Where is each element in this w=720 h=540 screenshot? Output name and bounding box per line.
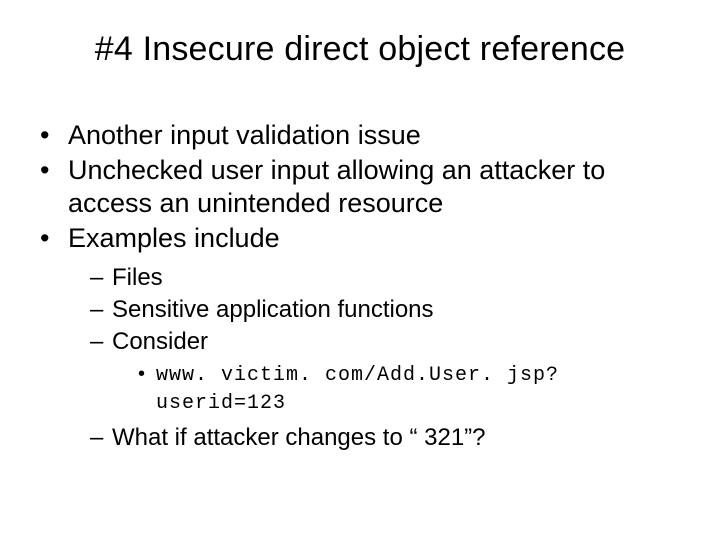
bullet-text: Unchecked user input allowing an attacke… <box>68 155 605 218</box>
slide: #4 Insecure direct object reference Anot… <box>0 0 720 540</box>
bullet-item: Examples include Files Sensitive applica… <box>40 222 690 453</box>
sub-bullet-list: Files Sensitive application functions Co… <box>68 263 690 453</box>
sub-sub-bullet-list: www. victim. com/Add.User. jsp? userid=1… <box>112 361 690 417</box>
code-bullet-item: www. victim. com/Add.User. jsp? userid=1… <box>138 361 690 417</box>
sub-bullet-text: What if attacker changes to “ 321”? <box>112 424 486 451</box>
code-text: www. victim. com/Add.User. jsp? userid=1… <box>156 364 559 415</box>
bullet-text: Examples include <box>68 223 280 253</box>
sub-bullet-text: Consider <box>112 328 208 355</box>
sub-bullet-text: Files <box>112 264 163 291</box>
sub-bullet-item: Files <box>90 263 690 293</box>
sub-bullet-item: What if attacker changes to “ 321”? <box>90 423 690 453</box>
bullet-item: Unchecked user input allowing an attacke… <box>40 154 690 220</box>
sub-bullet-item: Consider www. victim. com/Add.User. jsp?… <box>90 327 690 417</box>
bullet-list: Another input validation issue Unchecked… <box>30 119 690 453</box>
sub-bullet-item: Sensitive application functions <box>90 295 690 325</box>
bullet-item: Another input validation issue <box>40 119 690 152</box>
slide-title: #4 Insecure direct object reference <box>30 30 690 69</box>
sub-bullet-text: Sensitive application functions <box>112 296 434 323</box>
bullet-text: Another input validation issue <box>68 120 421 150</box>
